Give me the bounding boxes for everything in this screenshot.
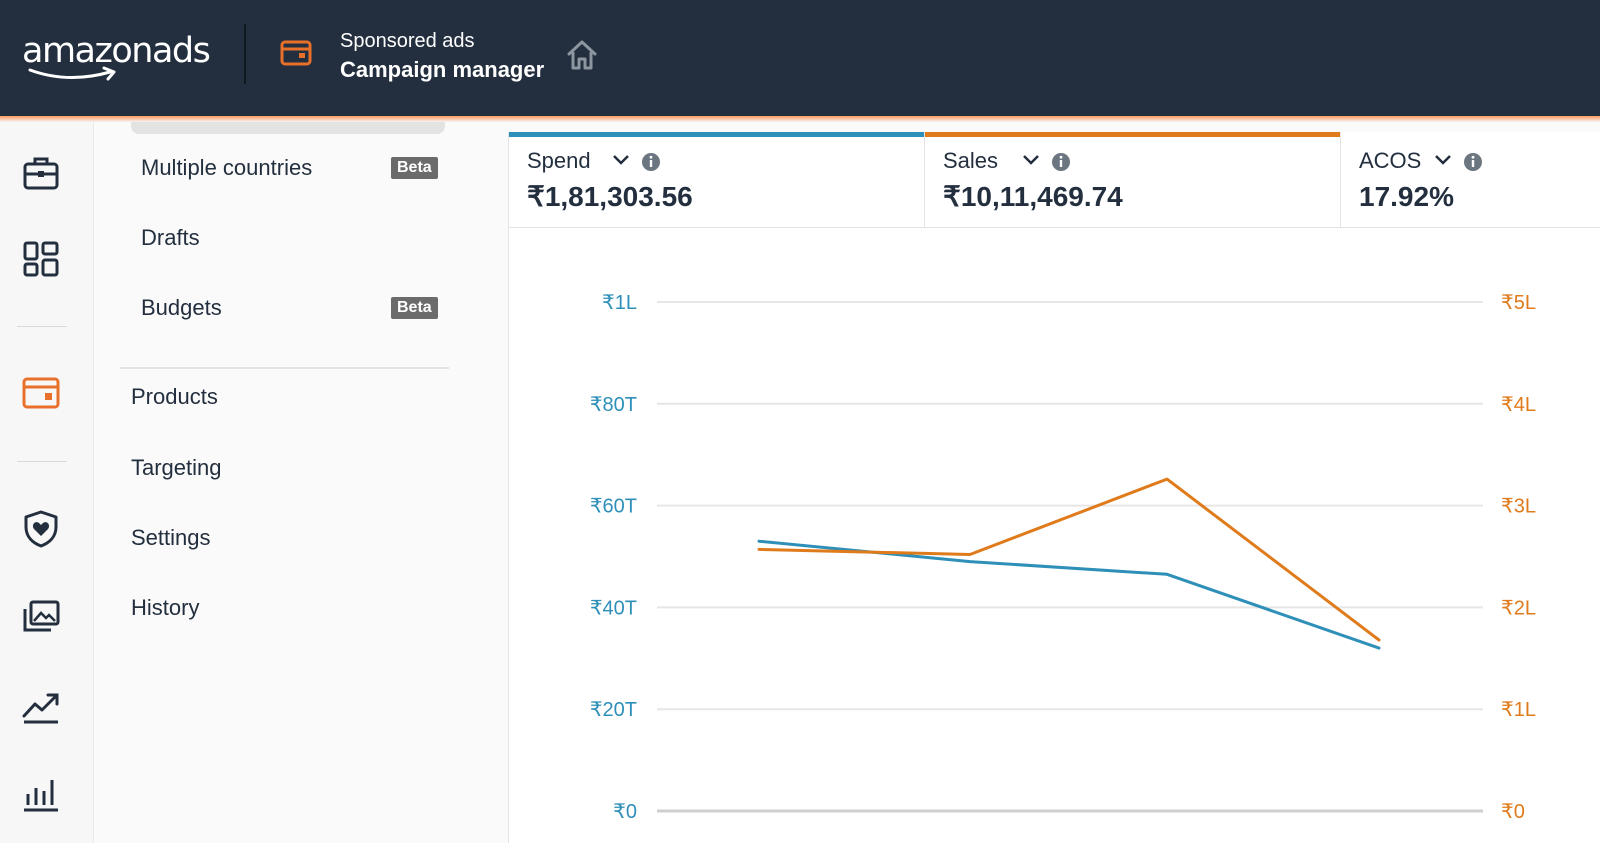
rail-separator	[17, 461, 67, 462]
info-icon[interactable]	[1051, 152, 1071, 172]
y-left-tick-label: ₹60T	[590, 496, 637, 518]
y-right-tick-label: ₹3L	[1501, 496, 1536, 518]
metric-label: ACOS	[1359, 148, 1422, 173]
campaign-card-icon[interactable]	[20, 372, 62, 414]
y-right-tick-label: ₹1L	[1501, 699, 1536, 721]
amazon-ads-logo[interactable]: amazonads	[22, 30, 211, 86]
nav-item-history[interactable]: History	[131, 593, 199, 623]
subnav-divider	[120, 367, 449, 369]
briefcase-icon[interactable]	[20, 152, 62, 194]
info-icon[interactable]	[1463, 152, 1483, 172]
y-left-tick-label: ₹40T	[590, 597, 637, 619]
y-right-tick-label: ₹0	[1501, 801, 1525, 823]
y-right-tick-label: ₹2L	[1501, 597, 1536, 619]
metric-label: Spend	[527, 148, 591, 173]
metric-value: 17.92%	[1359, 181, 1454, 212]
chevron-down-icon[interactable]	[1433, 152, 1453, 168]
trend-icon[interactable]	[20, 684, 62, 726]
y-right-tick-label: ₹5L	[1501, 292, 1536, 314]
logo-smile-icon	[28, 66, 116, 81]
rail-separator	[17, 326, 67, 327]
nav-item-multiple-countries[interactable]: Multiple countries	[141, 153, 312, 183]
bar-chart-icon[interactable]	[20, 772, 62, 814]
performance-panel: Spend ₹1,81,303.56 Sales ₹10,11,469.74 A…	[508, 132, 1600, 843]
y-left-tick-label: ₹80T	[590, 394, 637, 416]
campaign-card-icon	[280, 40, 312, 66]
header-titles: Sponsored ads Campaign manager	[340, 28, 544, 86]
nav-item-budgets[interactable]: Budgets	[141, 293, 222, 323]
y-left-tick-label: ₹0	[613, 801, 637, 823]
metric-label: Sales	[943, 148, 999, 173]
nav-item-targeting[interactable]: Targeting	[131, 453, 222, 483]
icon-rail	[0, 122, 94, 843]
metric-color-bar	[925, 132, 1340, 137]
y-left-tick-label: ₹1L	[602, 292, 637, 314]
dashboard-icon[interactable]	[20, 238, 62, 280]
nav-item-products[interactable]: Products	[131, 382, 218, 412]
shield-heart-icon[interactable]	[20, 508, 62, 550]
metric-color-bar	[509, 132, 924, 137]
beta-badge: Beta	[391, 297, 438, 319]
nav-item-settings[interactable]: Settings	[131, 523, 211, 553]
y-left-tick-label: ₹20T	[590, 699, 637, 721]
metric-card-spend[interactable]: Spend ₹1,81,303.56	[509, 132, 925, 228]
beta-badge: Beta	[391, 157, 438, 179]
metric-value: ₹10,11,469.74	[943, 181, 1123, 212]
media-library-icon[interactable]	[20, 596, 62, 638]
campaign-subnav: Multiple countries Beta Drafts Budgets B…	[95, 122, 474, 843]
metric-card-sales[interactable]: Sales ₹10,11,469.74	[925, 132, 1341, 228]
home-icon[interactable]	[565, 38, 599, 72]
metric-card-acos[interactable]: ACOS 17.92%	[1341, 132, 1600, 228]
y-right-tick-label: ₹4L	[1501, 394, 1536, 416]
header-subtitle: Sponsored ads	[340, 30, 475, 52]
main-content: Spend ₹1,81,303.56 Sales ₹10,11,469.74 A…	[474, 122, 1600, 843]
chevron-down-icon[interactable]	[611, 152, 631, 168]
header-title: Campaign manager	[340, 57, 545, 82]
nav-item-drafts[interactable]: Drafts	[141, 223, 200, 253]
performance-chart: ₹0 ₹0 ₹20T ₹1L ₹40T ₹2L ₹60T ₹3L ₹80T ₹4L ₹1L ₹5L	[590, 292, 1536, 823]
spend-series-line	[757, 539, 1381, 650]
top-header: amazonads Sponsored ads Campaign manager	[0, 0, 1600, 116]
metric-value: ₹1,81,303.56	[527, 181, 693, 212]
header-divider	[244, 24, 246, 84]
subnav-selected-item-edge	[131, 122, 445, 134]
chevron-down-icon[interactable]	[1021, 152, 1041, 168]
info-icon[interactable]	[641, 152, 661, 172]
